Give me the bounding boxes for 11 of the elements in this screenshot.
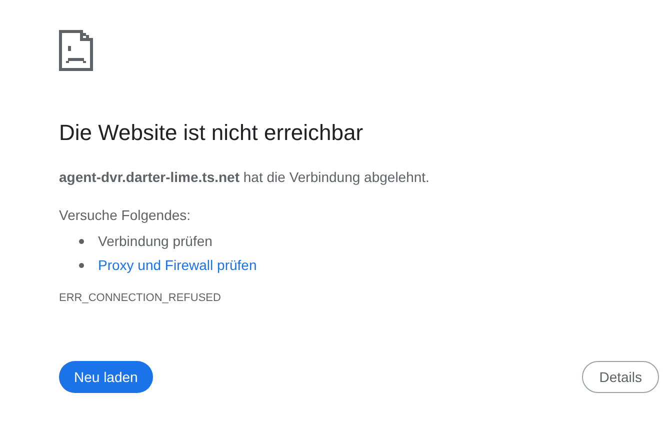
details-button[interactable]: Details xyxy=(582,361,659,393)
error-code: ERR_CONNECTION_REFUSED xyxy=(59,291,222,305)
bullet-icon xyxy=(79,262,84,268)
suggestion-text: Verbindung prüfen xyxy=(98,232,212,251)
suggestion-link[interactable]: Proxy und Firewall prüfen xyxy=(98,254,257,276)
sad-page-icon xyxy=(59,30,93,71)
reload-button[interactable]: Neu laden xyxy=(59,361,153,393)
error-title: Die Website ist nicht erreichbar xyxy=(59,119,364,147)
suggestions-heading: Versuche Folgendes: xyxy=(59,206,192,225)
bullet-icon xyxy=(79,238,84,244)
error-message: agent-dvr.darter-lime.ts.net hat die Verbindung abgelehnt. xyxy=(59,168,430,187)
